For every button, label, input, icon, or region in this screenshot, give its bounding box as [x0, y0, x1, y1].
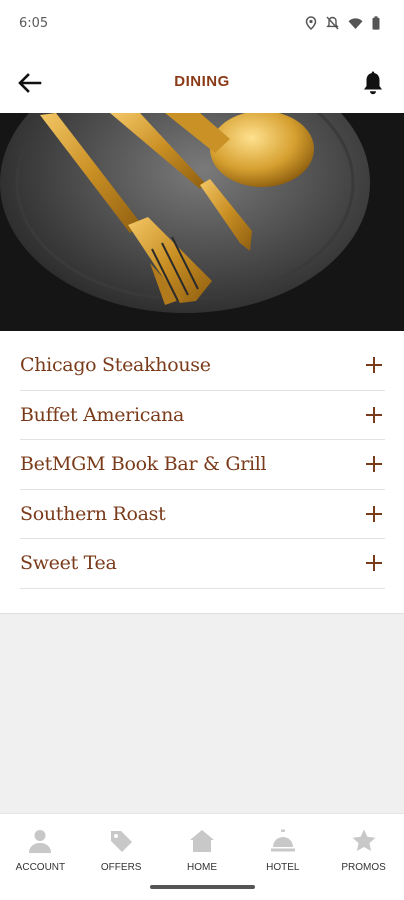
list-item-label: Chicago Steakhouse — [20, 354, 211, 377]
location-icon — [305, 16, 317, 30]
notifications-button[interactable] — [358, 68, 388, 98]
list-item[interactable]: Chicago Steakhouse — [20, 341, 385, 391]
list-item[interactable]: Buffet Americana — [20, 391, 385, 440]
list-item[interactable]: Sweet Tea — [20, 539, 385, 589]
plus-icon[interactable] — [365, 356, 383, 374]
app-bar: DINING — [0, 58, 404, 108]
wifi-icon — [348, 17, 363, 29]
plus-icon[interactable] — [365, 554, 383, 572]
plus-icon[interactable] — [365, 455, 383, 473]
nav-item-account[interactable]: ACCOUNT — [0, 814, 81, 900]
plus-icon[interactable] — [365, 406, 383, 424]
page-title: DINING — [174, 73, 230, 90]
service-bell-icon — [270, 829, 295, 852]
tag-icon — [111, 831, 133, 852]
list-item-label: Buffet Americana — [20, 403, 185, 426]
cutlery-on-plate-image — [0, 113, 404, 331]
hero-image — [0, 113, 404, 331]
notifications-off-icon — [326, 16, 339, 30]
list-item[interactable]: Southern Roast — [20, 490, 385, 539]
dining-list: Chicago Steakhouse Buffet Americana BetM… — [20, 341, 385, 589]
nav-label: ACCOUNT — [15, 862, 66, 873]
star-icon — [352, 829, 375, 851]
nav-item-promos[interactable]: PROMOS — [323, 814, 404, 900]
plus-icon[interactable] — [365, 505, 383, 523]
home-indicator[interactable] — [150, 885, 255, 889]
list-item[interactable]: BetMGM Book Bar & Grill — [20, 440, 385, 490]
list-item-label: Sweet Tea — [20, 552, 117, 575]
nav-label: OFFERS — [100, 862, 142, 873]
nav-label: HOTEL — [266, 862, 300, 873]
battery-icon — [372, 16, 380, 30]
status-icons — [305, 16, 380, 30]
empty-content-area — [0, 613, 404, 813]
bell-icon — [364, 71, 382, 95]
home-icon — [189, 830, 214, 852]
list-item-label: BetMGM Book Bar & Grill — [20, 453, 267, 476]
nav-label: PROMOS — [341, 862, 386, 873]
status-time: 6:05 — [19, 16, 49, 31]
status-bar: 6:05 — [0, 0, 404, 48]
nav-label: HOME — [186, 862, 217, 873]
list-item-label: Southern Roast — [20, 502, 166, 525]
person-icon — [29, 830, 52, 853]
